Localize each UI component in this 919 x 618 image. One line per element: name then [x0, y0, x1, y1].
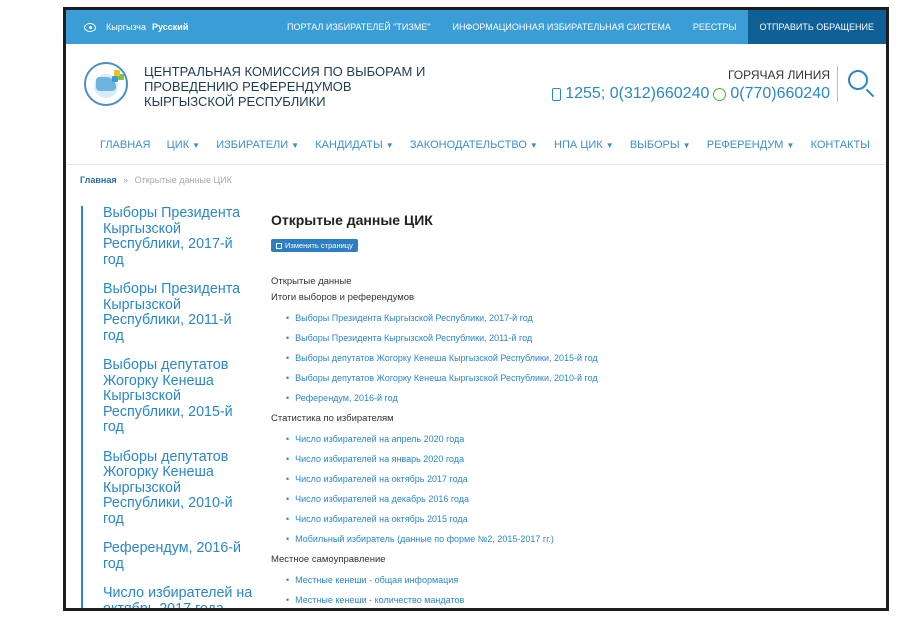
chevron-down-icon: ▼ — [529, 141, 538, 150]
nav-cik[interactable]: ЦИК ▼ — [167, 139, 200, 151]
lang-kyrgyz-link[interactable]: Кыргызча — [106, 22, 146, 32]
local-list: Местные кенеши - общая информация Местны… — [271, 575, 871, 605]
org-name[interactable]: ЦЕНТРАЛЬНАЯ КОМИССИЯ ПО ВЫБОРАМ И ПРОВЕД… — [144, 64, 434, 109]
list-item[interactable]: Число избирателей на октябрь 2017 года — [286, 474, 871, 484]
nav-candidates[interactable]: КАНДИДАТЫ ▼ — [315, 139, 393, 151]
hotline-title: ГОРЯЧАЯ ЛИНИЯ — [727, 68, 830, 82]
hotline: ГОРЯЧАЯ ЛИНИЯ 1255; 0(312)660240 0(770)6… — [552, 68, 830, 103]
nav-voters[interactable]: ИЗБИРАТЕЛИ ▼ — [216, 139, 299, 151]
breadcrumb-separator: » — [123, 175, 129, 185]
nav-home[interactable]: ГЛАВНАЯ — [100, 139, 150, 151]
chevron-down-icon: ▼ — [385, 141, 394, 150]
nav-legislation[interactable]: ЗАКОНОДАТЕЛЬСТВО ▼ — [410, 139, 538, 151]
page-title: Открытые данные ЦИК — [271, 212, 433, 228]
logo-hand-shape — [96, 77, 116, 91]
edit-page-label: Изменить страницу — [285, 241, 353, 250]
site-header: ЦЕНТРАЛЬНАЯ КОМИССИЯ ПО ВЫБОРАМ И ПРОВЕД… — [66, 44, 886, 126]
list-item[interactable]: Мобильный избиратель (данные по форме №2… — [286, 534, 871, 544]
sidebar-item[interactable]: Выборы Президента Кыргызской Республики,… — [103, 205, 253, 268]
search-icon[interactable] — [848, 70, 868, 90]
list-item[interactable]: Выборы Президента Кыргызской Республики,… — [286, 333, 871, 343]
sidebar-item[interactable]: Выборы депутатов Жогорку Кенеша Кыргызск… — [103, 357, 253, 436]
search-button[interactable] — [837, 66, 876, 102]
list-item[interactable]: Число избирателей на декабрь 2016 года — [286, 494, 871, 504]
send-appeal-button[interactable]: ОТПРАВИТЬ ОБРАЩЕНИЕ — [747, 10, 886, 44]
stats-heading: Статистика по избирателям — [271, 412, 394, 424]
local-heading: Местное самоуправление — [271, 553, 386, 565]
list-item[interactable]: Число избирателей на октябрь 2015 года — [286, 514, 871, 524]
stats-list: Число избирателей на апрель 2020 года Чи… — [271, 434, 871, 544]
list-item[interactable]: Выборы депутатов Жогорку Кенеша Кыргызск… — [286, 353, 871, 363]
top-bar: Кыргызча Русский ПОРТАЛ ИЗБИРАТЕЛЕЙ "ТИЗ… — [66, 10, 886, 44]
voters-portal-link[interactable]: ПОРТАЛ ИЗБИРАТЕЛЕЙ "ТИЗМЕ" — [276, 22, 442, 32]
list-item[interactable]: Референдум, 2016-й год — [286, 393, 871, 403]
breadcrumb-home[interactable]: Главная — [80, 175, 117, 185]
list-item[interactable]: Число избирателей на январь 2020 года — [286, 454, 871, 464]
hotline-phone-1[interactable]: 1255; 0(312)660240 — [565, 85, 709, 103]
chevron-down-icon: ▼ — [605, 141, 614, 150]
language-switcher: Кыргызча Русский — [66, 22, 276, 32]
results-list: Выборы Президента Кыргызской Республики,… — [271, 313, 871, 403]
open-data-label: Открытые данные — [271, 275, 352, 287]
edit-icon — [276, 242, 282, 249]
sidebar: Выборы Президента Кыргызской Республики,… — [81, 205, 253, 608]
list-item[interactable]: Местные кенеши - общая информация — [286, 575, 871, 585]
eye-icon[interactable] — [84, 22, 96, 32]
nav-referendum[interactable]: РЕФЕРЕНДУМ ▼ — [707, 139, 795, 151]
chevron-down-icon: ▼ — [786, 141, 795, 150]
top-links: ПОРТАЛ ИЗБИРАТЕЛЕЙ "ТИЗМЕ" ИНФОРМАЦИОННА… — [276, 10, 886, 44]
chevron-down-icon: ▼ — [682, 141, 691, 150]
results-heading: Итоги выборов и референдумов — [271, 291, 415, 303]
browser-frame: Кыргызча Русский ПОРТАЛ ИЗБИРАТЕЛЕЙ "ТИЗ… — [63, 7, 889, 611]
list-item[interactable]: Число избирателей на апрель 2020 года — [286, 434, 871, 444]
logo-dots — [114, 70, 120, 76]
cec-logo[interactable] — [84, 62, 128, 106]
sidebar-item[interactable]: Выборы Президента Кыргызской Республики,… — [103, 281, 253, 344]
sidebar-item[interactable]: Выборы депутатов Жогорку Кенеша Кыргызск… — [103, 449, 253, 528]
info-system-link[interactable]: ИНФОРМАЦИОННАЯ ИЗБИРАТЕЛЬНАЯ СИСТЕМА — [442, 22, 682, 32]
list-item[interactable]: Выборы депутатов Жогорку Кенеша Кыргызск… — [286, 373, 871, 383]
sidebar-item[interactable]: Референдум, 2016-й год — [103, 540, 253, 572]
breadcrumb-current: Открытые данные ЦИК — [134, 175, 232, 185]
breadcrumb: Главная » Открытые данные ЦИК — [66, 165, 886, 195]
nav-contacts[interactable]: КОНТАКТЫ — [811, 139, 870, 151]
edit-page-button[interactable]: Изменить страницу — [271, 239, 358, 252]
chevron-down-icon: ▼ — [291, 141, 300, 150]
hotline-phones: 1255; 0(312)660240 0(770)660240 — [552, 85, 830, 103]
main-content: Открытые данные ЦИК Изменить страницу От… — [271, 212, 871, 608]
sidebar-item[interactable]: Число избирателей на октябрь 2017 года — [103, 585, 253, 608]
nav-npa[interactable]: НПА ЦИК ▼ — [554, 139, 614, 151]
hotline-phone-2[interactable]: 0(770)660240 — [730, 85, 830, 103]
main-nav: ГЛАВНАЯ ЦИК ▼ ИЗБИРАТЕЛИ ▼ КАНДИДАТЫ ▼ ЗАКО… — [66, 126, 886, 165]
list-item[interactable]: Местные кенеши - количество мандатов — [286, 595, 871, 605]
nav-elections[interactable]: ВЫБОРЫ ▼ — [630, 139, 691, 151]
lang-russian-link[interactable]: Русский — [152, 22, 188, 32]
list-item[interactable]: Выборы Президента Кыргызской Республики,… — [286, 313, 871, 323]
whatsapp-icon — [713, 87, 727, 101]
registries-link[interactable]: РЕЕСТРЫ — [682, 22, 748, 32]
chevron-down-icon: ▼ — [192, 141, 201, 150]
phone-icon — [552, 87, 562, 101]
